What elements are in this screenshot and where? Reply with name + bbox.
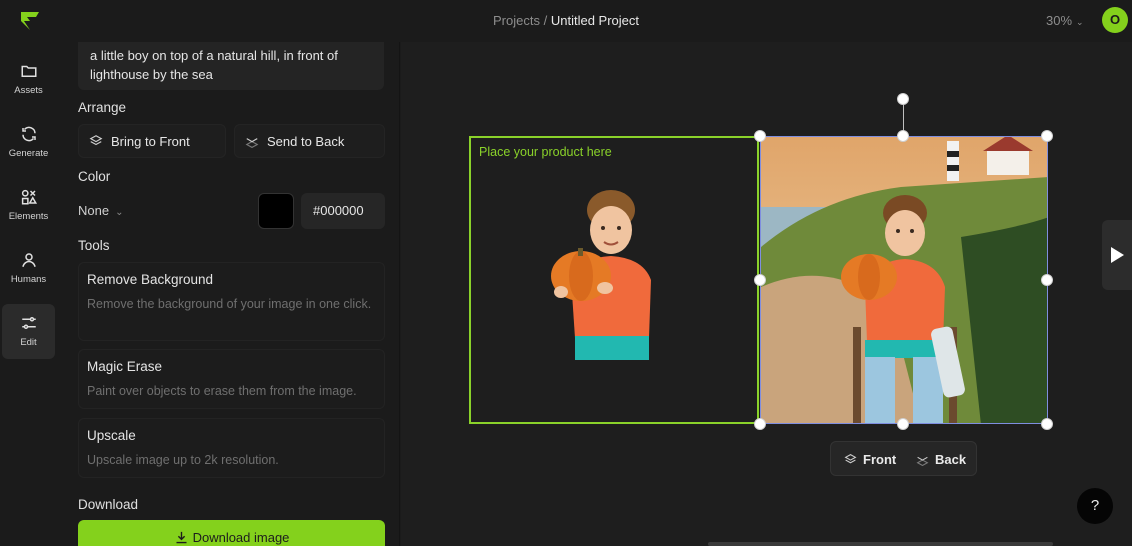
tool-description: Paint over objects to erase them from th… (87, 384, 357, 398)
rail-item-label: Generate (8, 148, 49, 159)
color-hex-input[interactable]: #000000 (301, 193, 385, 229)
color-swatch[interactable] (258, 193, 294, 229)
download-label: Download image (192, 530, 290, 545)
product-cutout-image[interactable] (549, 188, 659, 368)
resize-handle-top-left[interactable] (754, 130, 766, 142)
rail-item-humans[interactable]: Humans (2, 241, 55, 296)
person-icon (21, 253, 36, 267)
resize-handle-bottom-left[interactable] (754, 418, 766, 430)
layers-down-icon (916, 456, 929, 467)
breadcrumb-projects[interactable]: Projects (493, 13, 540, 28)
bring-to-front-label: Bring to Front (111, 133, 190, 149)
tool-magic-erase[interactable]: Magic Erase Paint over objects to erase … (78, 349, 385, 409)
resize-handle-left[interactable] (754, 274, 766, 286)
arrange-heading: Arrange (78, 100, 127, 115)
color-mode-value: None (78, 203, 110, 218)
zoom-select[interactable]: 30% ⌄ (1046, 13, 1084, 28)
top-bar: Projects / Untitled Project 30% ⌄ O (0, 0, 1132, 42)
horizontal-scrollbar[interactable] (708, 542, 1053, 546)
layers-up-icon (844, 454, 857, 464)
sliders-icon (21, 317, 36, 329)
layers-down-icon (245, 138, 259, 148)
tool-upscale[interactable]: Upscale Upscale image up to 2k resolutio… (78, 418, 385, 478)
layers-up-icon (89, 135, 103, 146)
resize-handle-top[interactable] (897, 130, 909, 142)
rotate-handle[interactable] (897, 93, 909, 105)
folder-icon (21, 65, 36, 77)
front-label: Front (863, 452, 897, 467)
refresh-icon (21, 126, 36, 142)
rail-item-edit[interactable]: Edit (2, 304, 55, 359)
rail-item-assets[interactable]: Assets (2, 52, 55, 107)
download-heading: Download (78, 497, 139, 512)
rail-item-generate[interactable]: Generate (2, 115, 55, 170)
chevron-down-icon: ⌄ (115, 207, 124, 218)
generated-image[interactable] (760, 136, 1048, 424)
back-label: Back (935, 452, 967, 467)
color-heading: Color (78, 169, 111, 184)
chevron-down-icon: ⌄ (1076, 17, 1084, 27)
layer-order-toolbar: Front Back (830, 441, 977, 476)
tool-description: Remove the background of your image in o… (87, 297, 372, 311)
download-icon (176, 531, 187, 544)
color-mode-select[interactable]: None ⌄ (78, 203, 123, 218)
shapes-icon (21, 189, 37, 205)
generated-scene-image (761, 137, 1047, 423)
breadcrumb: Projects / Untitled Project (0, 13, 1132, 28)
product-placeholder-frame[interactable]: Place your product here (469, 136, 759, 424)
download-image-button[interactable]: Download image (78, 520, 385, 546)
user-avatar[interactable]: O (1102, 7, 1128, 33)
tool-remove-background[interactable]: Remove Background Remove the background … (78, 262, 385, 341)
edit-panel: a little boy on top of a natural hill, i… (58, 42, 400, 546)
help-button[interactable]: ? (1077, 488, 1113, 524)
back-button[interactable]: Back (916, 452, 966, 467)
rail-item-elements[interactable]: Elements (2, 178, 55, 233)
project-title[interactable]: Untitled Project (551, 13, 639, 28)
bring-to-front-button[interactable]: Bring to Front (78, 124, 226, 158)
tool-title: Upscale (87, 428, 136, 443)
prompt-text[interactable]: a little boy on top of a natural hill, i… (78, 42, 384, 90)
resize-handle-right[interactable] (1041, 274, 1053, 286)
tool-description: Upscale image up to 2k resolution. (87, 453, 279, 467)
resize-handle-bottom[interactable] (897, 418, 909, 430)
tool-title: Remove Background (87, 272, 214, 287)
next-panel-button[interactable] (1102, 220, 1132, 290)
breadcrumb-separator: / (543, 13, 548, 28)
rail-item-label: Elements (8, 211, 49, 222)
resize-handle-bottom-right[interactable] (1041, 418, 1053, 430)
resize-handle-top-right[interactable] (1041, 130, 1053, 142)
rail-item-label: Assets (14, 85, 43, 96)
zoom-value: 30% (1046, 13, 1073, 28)
tool-title: Magic Erase (87, 359, 163, 374)
rail-item-label: Humans (10, 274, 47, 285)
play-icon (1111, 247, 1124, 263)
send-to-back-button[interactable]: Send to Back (234, 124, 385, 158)
placeholder-label: Place your product here (479, 145, 612, 159)
send-to-back-label: Send to Back (267, 133, 345, 149)
front-button[interactable]: Front (844, 452, 896, 467)
rail-item-label: Edit (20, 337, 37, 348)
left-rail: Assets Generate Elements Humans Edit (0, 42, 58, 546)
tools-heading: Tools (78, 238, 110, 253)
